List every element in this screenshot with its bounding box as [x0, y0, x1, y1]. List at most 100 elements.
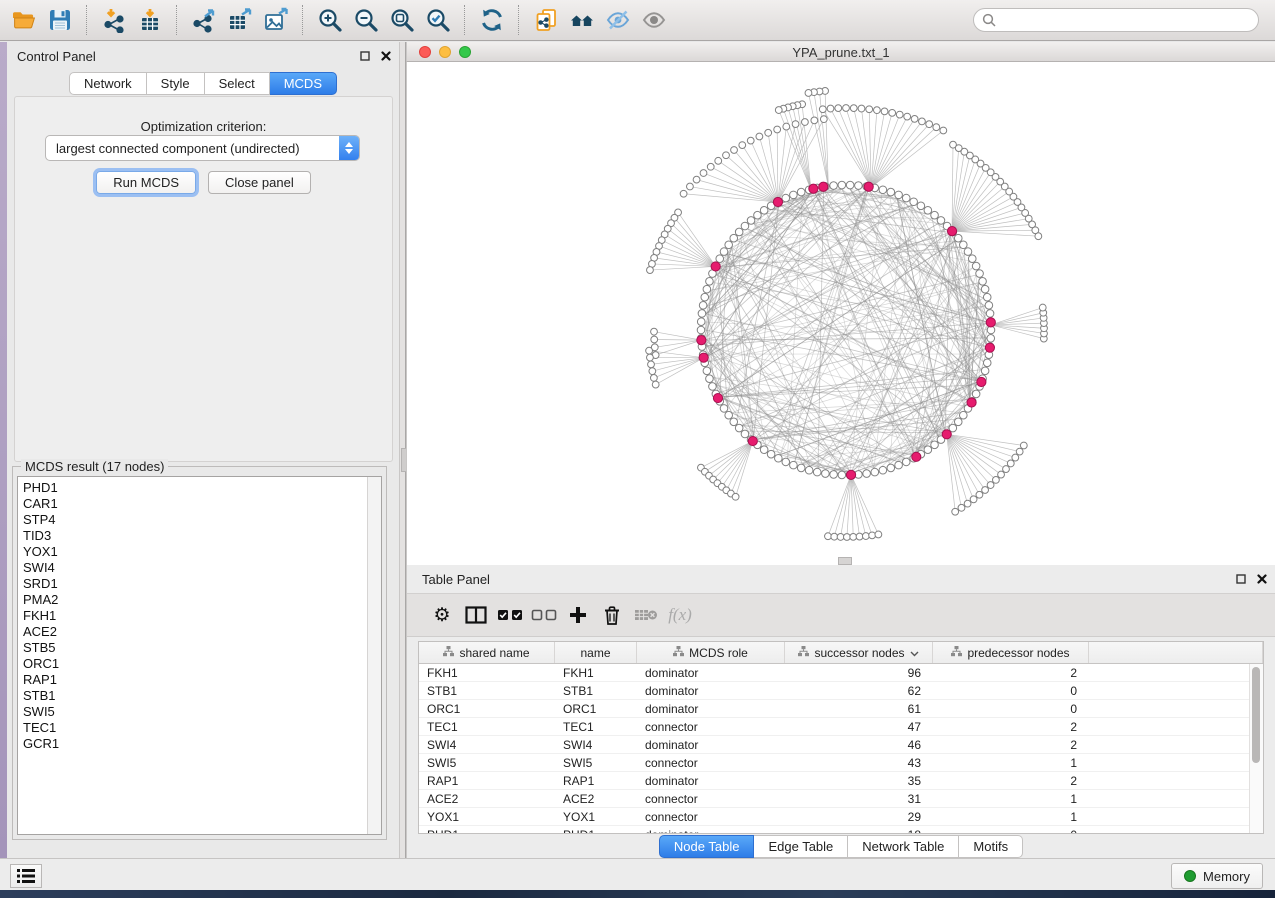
column-layout-icon[interactable] — [459, 599, 493, 631]
export-network-icon[interactable] — [186, 3, 222, 37]
zoom-selected-icon[interactable] — [420, 3, 456, 37]
cell-empty — [1089, 790, 1263, 807]
mcds-result-item[interactable]: SWI5 — [23, 704, 367, 720]
table-row[interactable]: PHD1PHD1dominator180 — [419, 826, 1263, 834]
clone-network-icon[interactable] — [528, 3, 564, 37]
toolbar-separator — [464, 5, 466, 35]
network-window-titlebar[interactable]: YPA_prune.txt_1 — [406, 42, 1275, 62]
hide-selected-icon[interactable] — [600, 3, 636, 37]
table-row[interactable]: SWI4SWI4dominator462 — [419, 736, 1263, 754]
select-all-rows-icon[interactable] — [493, 599, 527, 631]
table-row[interactable]: FKH1FKH1dominator962 — [419, 664, 1263, 682]
mcds-result-item[interactable]: TID3 — [23, 528, 367, 544]
mcds-result-item[interactable]: TEC1 — [23, 720, 367, 736]
mcds-result-item[interactable]: ACE2 — [23, 624, 367, 640]
table-row[interactable]: TEC1TEC1connector472 — [419, 718, 1263, 736]
cell-successor-nodes: 35 — [785, 772, 933, 789]
cell-predecessor-nodes: 0 — [933, 826, 1089, 834]
mcds-result-item[interactable]: STB5 — [23, 640, 367, 656]
open-folder-icon[interactable] — [6, 3, 42, 37]
table-row[interactable]: STB1STB1dominator620 — [419, 682, 1263, 700]
cell-name: SWI4 — [555, 736, 637, 753]
column-header-predecessor-nodes[interactable]: predecessor nodes — [933, 642, 1089, 663]
task-history-button[interactable] — [10, 864, 42, 888]
mcds-result-item[interactable]: PHD1 — [23, 480, 367, 496]
table-row[interactable]: ORC1ORC1dominator610 — [419, 700, 1263, 718]
close-panel-icon[interactable] — [378, 48, 393, 63]
column-header-successor-nodes[interactable]: successor nodes — [785, 642, 933, 663]
table-scrollbar[interactable] — [1249, 664, 1263, 833]
cell-shared-name: ACE2 — [419, 790, 555, 807]
horizontal-splitter-handle[interactable] — [838, 557, 852, 565]
mcds-result-item[interactable]: GCR1 — [23, 736, 367, 752]
add-column-icon[interactable] — [561, 599, 595, 631]
vertical-splitter[interactable] — [399, 42, 406, 858]
save-icon[interactable] — [42, 3, 78, 37]
refresh-icon[interactable] — [474, 3, 510, 37]
cell-mcds-role: dominator — [637, 772, 785, 789]
mcds-result-item[interactable]: YOX1 — [23, 544, 367, 560]
sort-desc-icon — [910, 646, 919, 660]
table-row[interactable]: RAP1RAP1dominator352 — [419, 772, 1263, 790]
import-network-icon[interactable] — [96, 3, 132, 37]
search-input[interactable] — [1001, 12, 1250, 29]
table-scrollbar-thumb[interactable] — [1252, 667, 1260, 763]
table-toolbar: ⚙ f(x) — [407, 593, 1275, 637]
mcds-result-item[interactable]: CAR1 — [23, 496, 367, 512]
table-row[interactable]: YOX1YOX1connector291 — [419, 808, 1263, 826]
optimization-criterion-select[interactable]: largest connected component (undirected) — [45, 135, 360, 161]
run-mcds-button[interactable]: Run MCDS — [96, 171, 196, 194]
tab-network-table[interactable]: Network Table — [848, 835, 959, 858]
column-header-name[interactable]: name — [555, 642, 637, 663]
network-canvas[interactable] — [406, 62, 1275, 565]
mcds-result-item[interactable]: FKH1 — [23, 608, 367, 624]
tab-select[interactable]: Select — [205, 72, 270, 95]
cell-empty — [1089, 826, 1263, 834]
mcds-result-item[interactable]: SRD1 — [23, 576, 367, 592]
memory-button[interactable]: Memory — [1171, 863, 1263, 889]
column-header-MCDS-role[interactable]: MCDS role — [637, 642, 785, 663]
desktop-edge-bottom — [0, 890, 1275, 898]
close-table-panel-icon[interactable] — [1254, 571, 1269, 586]
tab-edge-table[interactable]: Edge Table — [754, 835, 848, 858]
import-table-icon[interactable] — [132, 3, 168, 37]
mcds-result-list[interactable]: PHD1CAR1STP4TID3YOX1SWI4SRD1PMA2FKH1ACE2… — [17, 476, 382, 835]
mcds-result-item[interactable]: STP4 — [23, 512, 367, 528]
mcds-result-item[interactable]: STB1 — [23, 688, 367, 704]
tab-network[interactable]: Network — [69, 72, 147, 95]
float-panel-icon[interactable] — [357, 48, 372, 63]
function-builder-icon[interactable]: f(x) — [663, 599, 697, 631]
zoom-fit-icon[interactable] — [384, 3, 420, 37]
delete-table-icon[interactable] — [629, 599, 663, 631]
zoom-out-icon[interactable] — [348, 3, 384, 37]
close-panel-button[interactable]: Close panel — [208, 171, 311, 194]
tab-style[interactable]: Style — [147, 72, 205, 95]
toolbar-separator — [518, 5, 520, 35]
mcds-list-scrollbar[interactable] — [367, 477, 381, 834]
mcds-result-item[interactable]: SWI4 — [23, 560, 367, 576]
search-box[interactable] — [973, 8, 1259, 32]
show-all-icon[interactable] — [636, 3, 672, 37]
toolbar-separator — [86, 5, 88, 35]
float-table-panel-icon[interactable] — [1233, 571, 1248, 586]
node-table: shared namenameMCDS rolesuccessor nodesp… — [418, 641, 1264, 834]
export-image-icon[interactable] — [258, 3, 294, 37]
deselect-all-rows-icon[interactable] — [527, 599, 561, 631]
cell-shared-name: RAP1 — [419, 772, 555, 789]
zoom-in-icon[interactable] — [312, 3, 348, 37]
delete-column-icon[interactable] — [595, 599, 629, 631]
tab-node-table[interactable]: Node Table — [659, 835, 755, 858]
table-settings-icon[interactable]: ⚙ — [425, 599, 459, 631]
table-row[interactable]: SWI5SWI5connector431 — [419, 754, 1263, 772]
column-header-shared-name[interactable]: shared name — [419, 642, 555, 663]
tab-motifs[interactable]: Motifs — [959, 835, 1023, 858]
mcds-result-item[interactable]: RAP1 — [23, 672, 367, 688]
cell-name: STB1 — [555, 682, 637, 699]
tab-mcds[interactable]: MCDS — [270, 72, 337, 95]
mcds-result-item[interactable]: ORC1 — [23, 656, 367, 672]
export-table-icon[interactable] — [222, 3, 258, 37]
mcds-result-item[interactable]: PMA2 — [23, 592, 367, 608]
first-neighbors-icon[interactable] — [564, 3, 600, 37]
cell-mcds-role: connector — [637, 790, 785, 807]
table-row[interactable]: ACE2ACE2connector311 — [419, 790, 1263, 808]
